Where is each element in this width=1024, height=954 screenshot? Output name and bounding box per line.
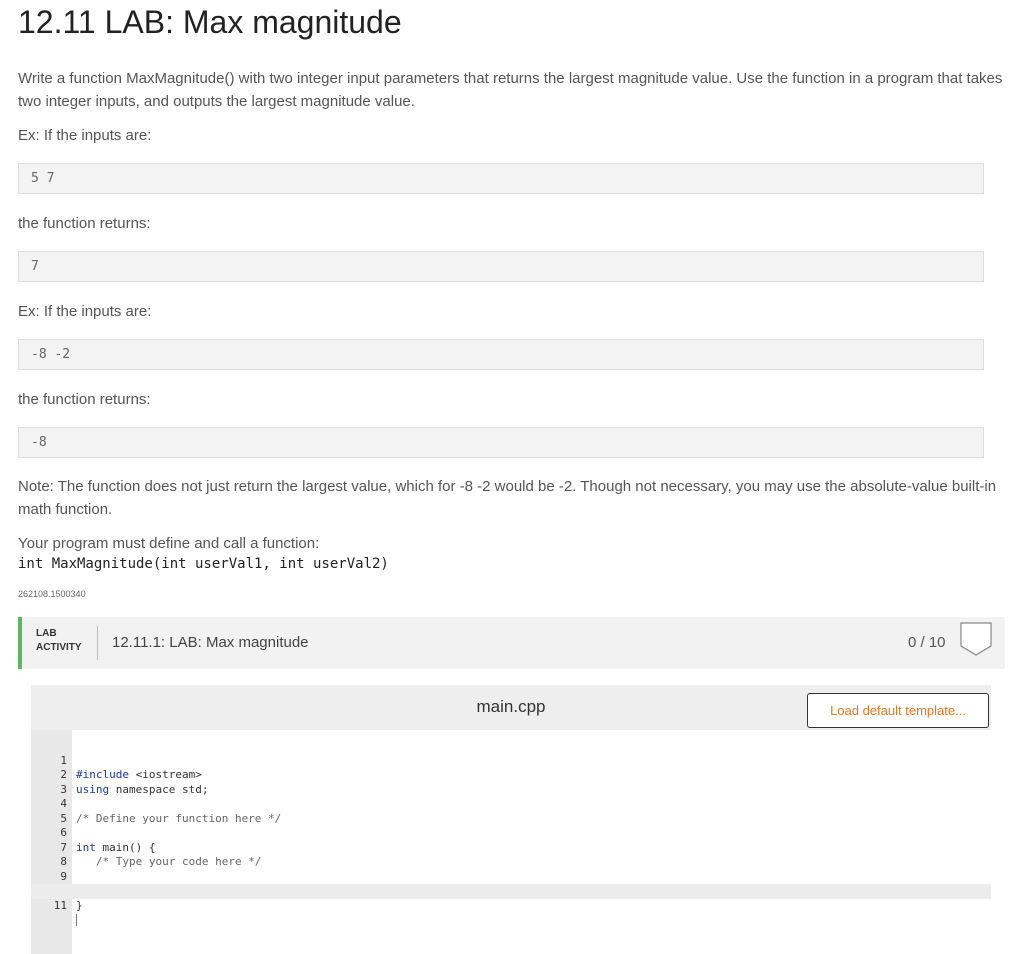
define-instruction: Your program must define and call a func… — [18, 535, 320, 552]
example2-returns-label: the function returns: — [18, 391, 151, 408]
lab-score: 0 / 10 — [908, 634, 946, 651]
code-line: 7 /* Type your code here */ — [60, 840, 262, 869]
code-line: 4 /* Define your function here */ — [60, 797, 282, 825]
example1-returns-label: the function returns: — [18, 215, 151, 232]
example1-output: 7 — [18, 251, 984, 282]
lab-activity-header: LAB ACTIVITY 12.11.1: LAB: Max magnitude… — [18, 617, 1005, 669]
page-title: 12.11 LAB: Max magnitude — [18, 4, 402, 40]
example1-input: 5 7 — [18, 163, 984, 194]
editor-file-header: main.cpp Load default template... — [31, 685, 991, 730]
activity-id: 262108.1500340 — [18, 589, 86, 599]
code-line: 1 #include <iostream> — [60, 753, 202, 782]
code-line: 3 — [60, 782, 67, 796]
lab-divider — [97, 626, 98, 660]
example2-output: -8 — [18, 427, 984, 458]
function-signature: int MaxMagnitude(int userVal1, int userV… — [18, 556, 389, 572]
code-editor: main.cpp Load default template... 1 #inc… — [31, 685, 991, 954]
load-default-template-button[interactable]: Load default template... — [807, 693, 989, 728]
code-line: 2 using namespace std; — [60, 768, 209, 796]
completion-badge-icon — [960, 622, 992, 656]
intro-text: Write a function MaxMagnitude() with two… — [18, 70, 1003, 110]
code-line: 8 — [60, 855, 67, 868]
code-line: 10 } — [54, 884, 83, 912]
lab-activity-label: LAB ACTIVITY — [36, 628, 82, 653]
lab-activity-title: 12.11.1: LAB: Max magnitude — [112, 634, 309, 651]
example2-input: -8 -2 — [18, 339, 984, 370]
code-line: 6 int main() { — [60, 826, 156, 854]
code-line: 5 — [60, 811, 67, 825]
code-line-active[interactable]: 11 — [31, 884, 991, 926]
note-text: Note: The function does not just return … — [18, 478, 997, 518]
example2-label: Ex: If the inputs are: — [18, 303, 152, 320]
code-line: 9 return 0; — [60, 869, 155, 898]
text-cursor — [76, 914, 77, 926]
example1-label: Ex: If the inputs are: — [18, 127, 152, 144]
